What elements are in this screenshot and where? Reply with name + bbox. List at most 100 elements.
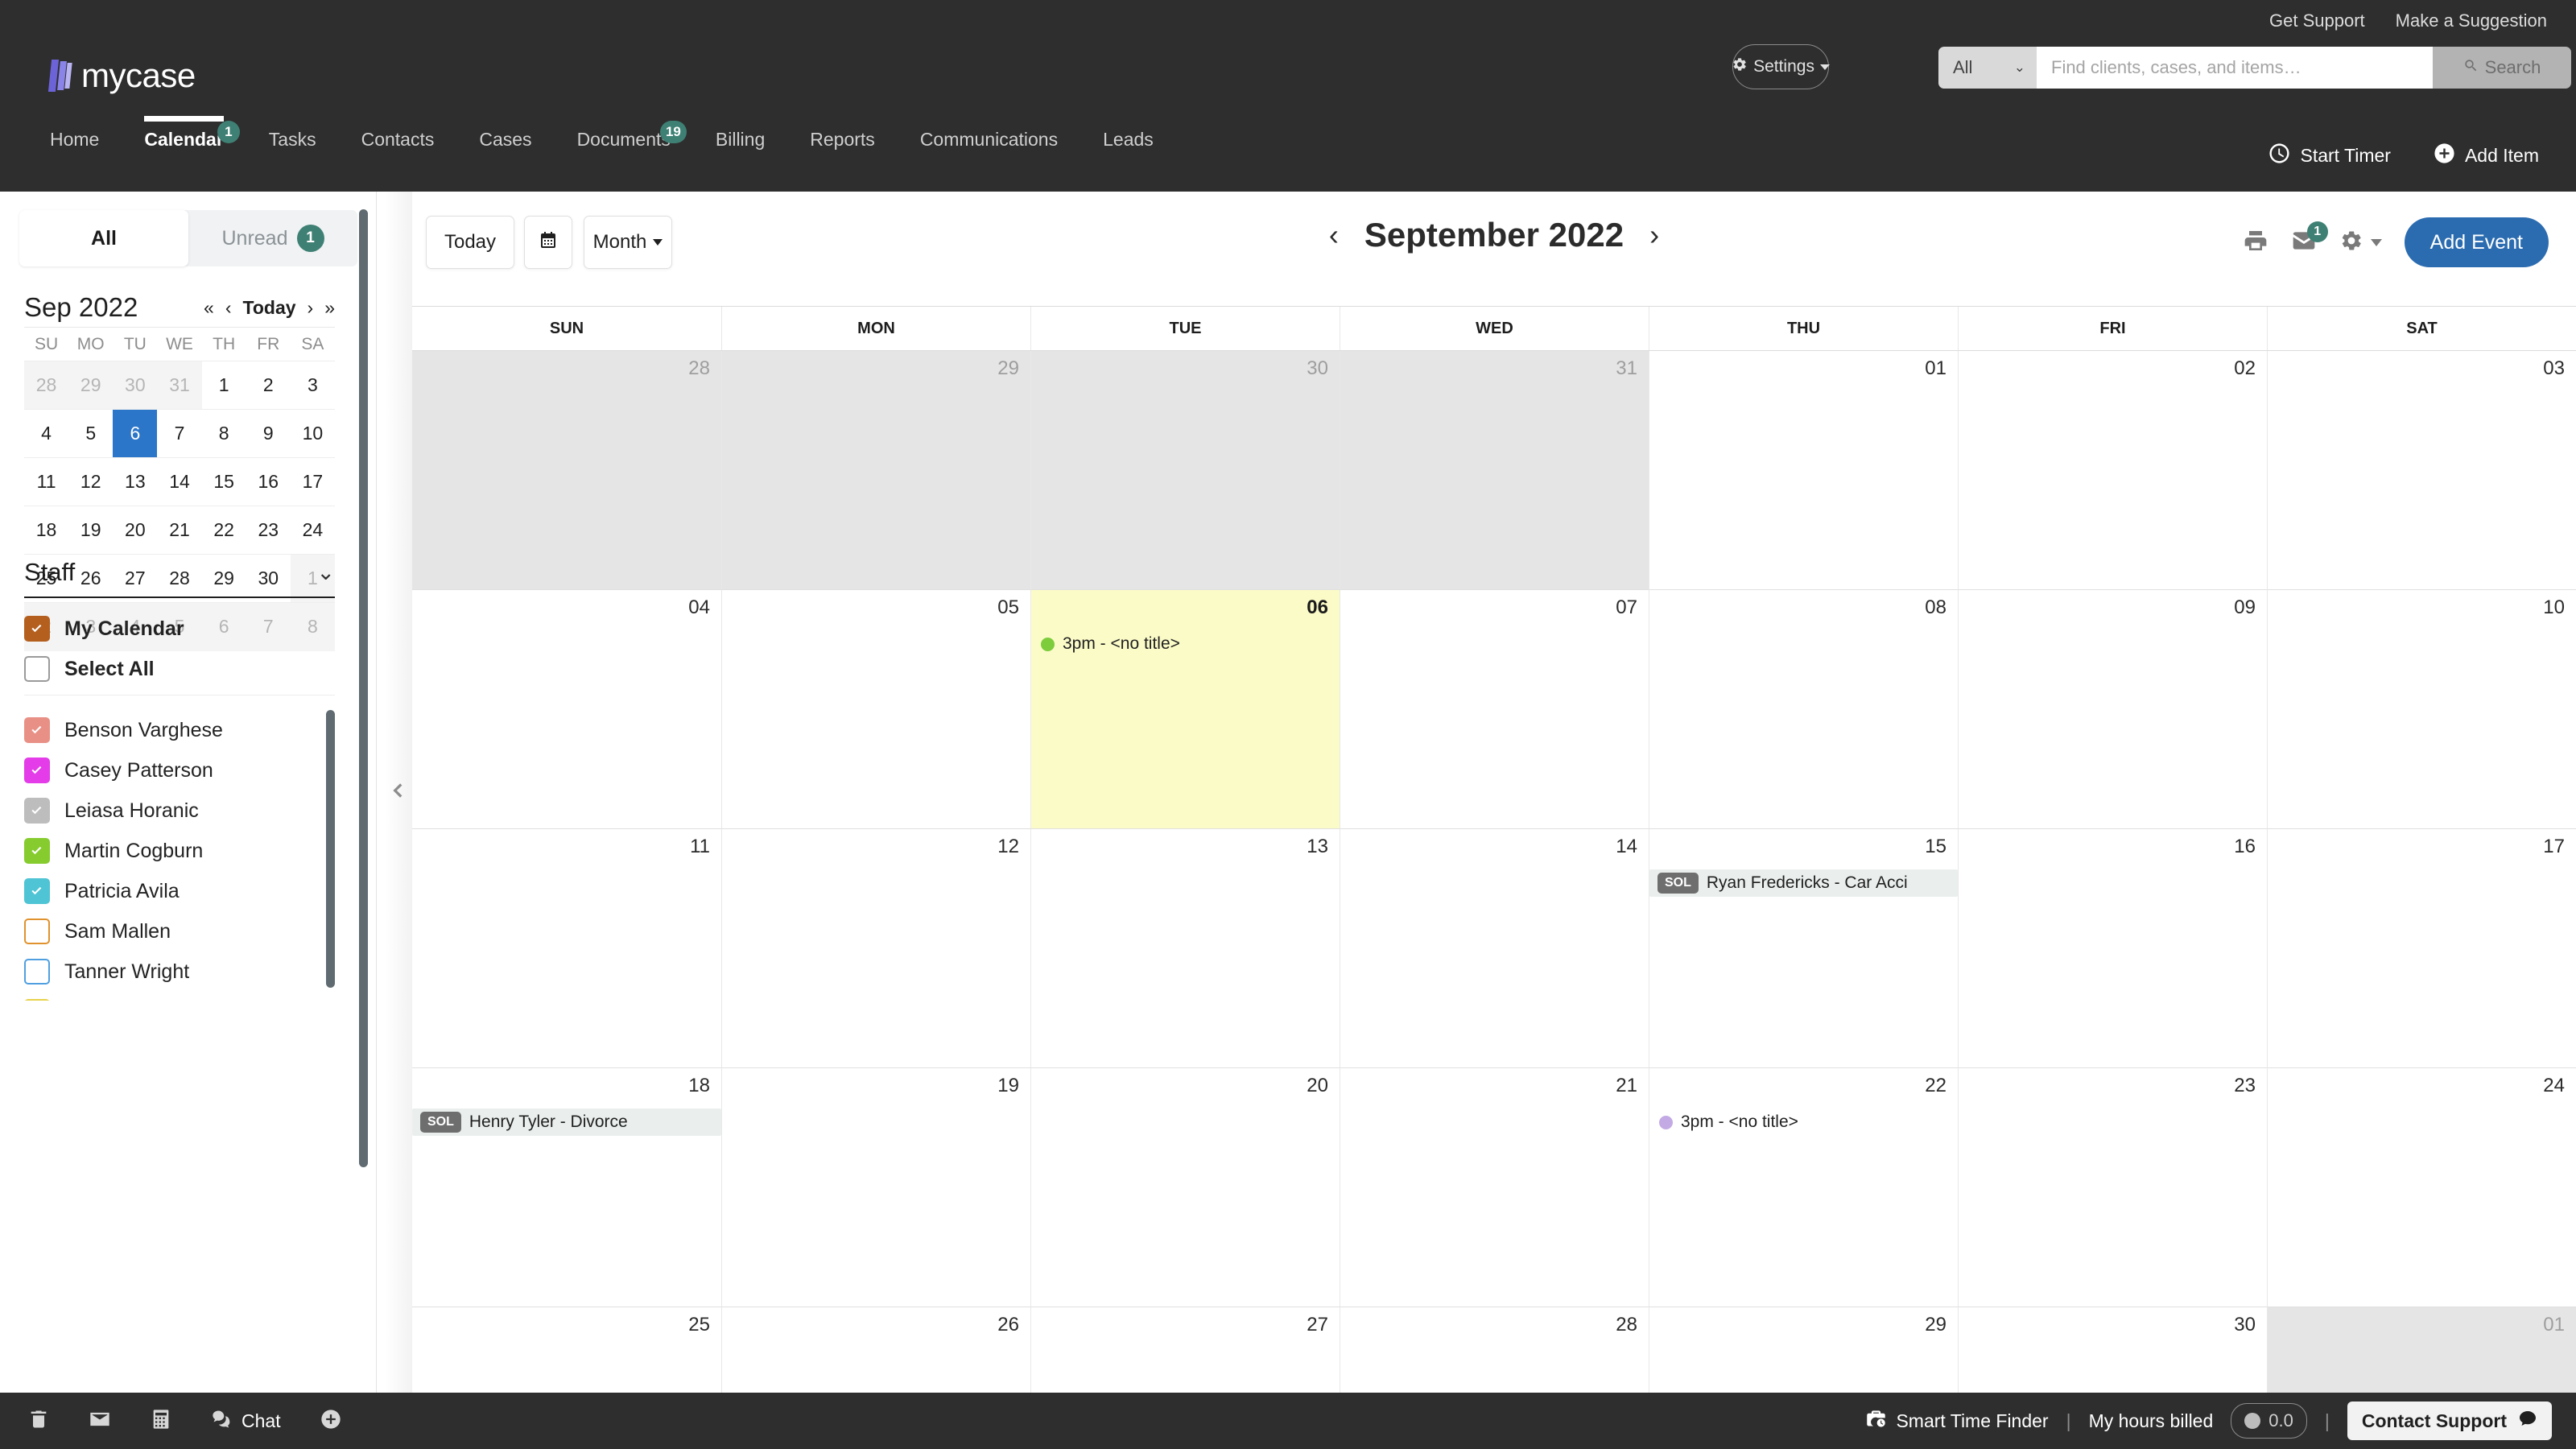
trash-button[interactable]	[27, 1408, 50, 1435]
checkbox-icon[interactable]	[24, 656, 50, 682]
mini-calendar-day[interactable]: 11	[24, 457, 69, 506]
messages-button[interactable]: 1	[2291, 221, 2328, 258]
calendar-day-cell[interactable]: 28	[412, 351, 721, 590]
mini-calendar-day[interactable]: 10	[290, 409, 335, 458]
nav-item-billing[interactable]: Billing	[693, 129, 787, 168]
mini-calendar-day[interactable]: 30	[113, 361, 158, 410]
nav-item-communications[interactable]: Communications	[898, 129, 1080, 168]
mini-today-button[interactable]: Today	[243, 297, 296, 319]
calendar-day-cell[interactable]: 06 3pm - <no title>	[1030, 590, 1340, 829]
calendar-day-cell[interactable]: 10	[2267, 590, 2576, 829]
today-button[interactable]: Today	[426, 216, 514, 269]
calendar-day-cell[interactable]: 31	[1340, 351, 1649, 590]
calendar-day-cell[interactable]: 02	[1958, 351, 2267, 590]
calendar-day-cell[interactable]: 03	[2267, 351, 2576, 590]
calendar-event[interactable]: 3pm - <no title>	[1654, 1108, 1953, 1136]
add-item-button[interactable]: Add Item	[2433, 142, 2539, 170]
staff-member-sam-mallen[interactable]: Sam Mallen	[24, 911, 335, 952]
staff-member-casey-patterson[interactable]: Casey Patterson	[24, 750, 335, 791]
staff-member-tressa-berkebile[interactable]: Tressa Berkebile	[24, 992, 335, 1001]
chevron-down-icon[interactable]: ⌄	[316, 560, 335, 585]
mini-calendar-day[interactable]: 8	[201, 409, 246, 458]
calendar-day-cell[interactable]: 08	[1649, 590, 1958, 829]
nav-item-reports[interactable]: Reports	[787, 129, 898, 168]
staff-list-scrollbar[interactable]	[326, 710, 335, 988]
settings-button[interactable]: Settings	[1732, 44, 1830, 89]
search-scope-select[interactable]: All ⌄	[1938, 47, 2037, 89]
calendar-day-cell[interactable]: 22 3pm - <no title>	[1649, 1068, 1958, 1307]
get-support-link[interactable]: Get Support	[2269, 10, 2365, 31]
checkbox-icon[interactable]	[24, 959, 50, 985]
staff-member-benson-varghese[interactable]: Benson Varghese	[24, 710, 335, 750]
nav-item-calendar[interactable]: Calendar 1	[122, 116, 246, 168]
calendar-day-cell[interactable]: 19	[721, 1068, 1030, 1307]
calendar-day-cell[interactable]: 18 SOL Henry Tyler - Divorce	[412, 1068, 721, 1307]
calendar-day-cell[interactable]: 29	[721, 351, 1030, 590]
mini-prev-button[interactable]: ‹	[225, 297, 232, 319]
staff-section-header[interactable]: Staff ⌄	[24, 558, 335, 598]
mini-calendar-day[interactable]: 6	[113, 409, 158, 458]
checkbox-icon[interactable]	[24, 919, 50, 944]
nav-item-cases[interactable]: Cases	[456, 129, 554, 168]
calendar-day-cell[interactable]: 17	[2267, 829, 2576, 1068]
mini-calendar-day[interactable]: 21	[157, 506, 202, 555]
chat-button[interactable]: Chat	[211, 1408, 281, 1435]
checkbox-icon[interactable]	[24, 717, 50, 743]
mini-calendar-day[interactable]: 23	[246, 506, 291, 555]
mini-calendar-day[interactable]: 15	[201, 457, 246, 506]
mini-calendar-day[interactable]: 1	[201, 361, 246, 410]
mini-calendar-day[interactable]: 5	[68, 409, 114, 458]
nav-item-tasks[interactable]: Tasks	[246, 129, 339, 168]
staff-option-select-all[interactable]: Select All	[24, 649, 335, 689]
calendar-day-cell[interactable]: 21	[1340, 1068, 1649, 1307]
calendar-day-cell[interactable]: 01	[1649, 351, 1958, 590]
staff-member-tanner-wright[interactable]: Tanner Wright	[24, 952, 335, 992]
tab-unread[interactable]: Unread 1	[188, 210, 357, 266]
staff-member-patricia-avila[interactable]: Patricia Avila	[24, 871, 335, 911]
calendar-day-cell[interactable]: 07	[1340, 590, 1649, 829]
mini-calendar-day[interactable]: 20	[113, 506, 158, 555]
mini-calendar-day[interactable]: 14	[157, 457, 202, 506]
checkbox-icon[interactable]	[24, 798, 50, 824]
checkbox-icon[interactable]	[24, 838, 50, 864]
calendar-day-cell[interactable]: 24	[2267, 1068, 2576, 1307]
date-picker-button[interactable]	[524, 216, 572, 269]
mini-calendar-day[interactable]: 9	[246, 409, 291, 458]
next-month-button[interactable]: ›	[1649, 221, 1659, 250]
smart-time-finder-button[interactable]: Smart Time Finder	[1865, 1408, 2049, 1435]
calendar-day-cell[interactable]: 15 SOL Ryan Fredericks - Car Acci	[1649, 829, 1958, 1068]
mini-calendar-day[interactable]: 22	[201, 506, 246, 555]
mini-calendar-day[interactable]: 19	[68, 506, 114, 555]
search-input[interactable]	[2037, 47, 2433, 89]
calendar-day-cell[interactable]: 11	[412, 829, 721, 1068]
mini-next-year-button[interactable]: »	[324, 297, 335, 319]
nav-item-documents[interactable]: Documents 19	[555, 121, 693, 168]
checkbox-icon[interactable]	[24, 878, 50, 904]
sidebar-scrollbar[interactable]	[359, 209, 368, 1167]
calendar-day-cell[interactable]: 14	[1340, 829, 1649, 1068]
mini-calendar-day[interactable]: 31	[157, 361, 202, 410]
mail-button[interactable]	[89, 1408, 111, 1435]
make-a-suggestion-link[interactable]: Make a Suggestion	[2396, 10, 2547, 31]
add-quick-button[interactable]	[320, 1408, 342, 1435]
staff-member-leiasa-horanic[interactable]: Leiasa Horanic	[24, 791, 335, 831]
calendar-event[interactable]: 3pm - <no title>	[1036, 630, 1335, 658]
mini-calendar-day[interactable]: 29	[68, 361, 114, 410]
mini-calendar-day[interactable]: 3	[290, 361, 335, 410]
calendar-day-cell[interactable]: 23	[1958, 1068, 2267, 1307]
search-button[interactable]: Search	[2433, 47, 2571, 89]
staff-option-my-calendar[interactable]: My Calendar	[24, 609, 335, 649]
mini-calendar-day[interactable]: 4	[24, 409, 69, 458]
nav-item-contacts[interactable]: Contacts	[339, 129, 457, 168]
mini-calendar-day[interactable]: 12	[68, 457, 114, 506]
add-event-button[interactable]: Add Event	[2404, 217, 2549, 267]
nav-item-home[interactable]: Home	[50, 129, 122, 168]
contact-support-button[interactable]: Contact Support	[2347, 1402, 2552, 1440]
print-button[interactable]	[2243, 228, 2268, 258]
hours-billed-pill[interactable]: 0.0	[2231, 1403, 2307, 1439]
sidebar-collapse-handle[interactable]	[385, 192, 412, 1393]
calendar-day-cell[interactable]: 12	[721, 829, 1030, 1068]
mini-calendar-day[interactable]: 2	[246, 361, 291, 410]
mini-prev-year-button[interactable]: «	[204, 297, 214, 319]
staff-member-martin-cogburn[interactable]: Martin Cogburn	[24, 831, 335, 871]
